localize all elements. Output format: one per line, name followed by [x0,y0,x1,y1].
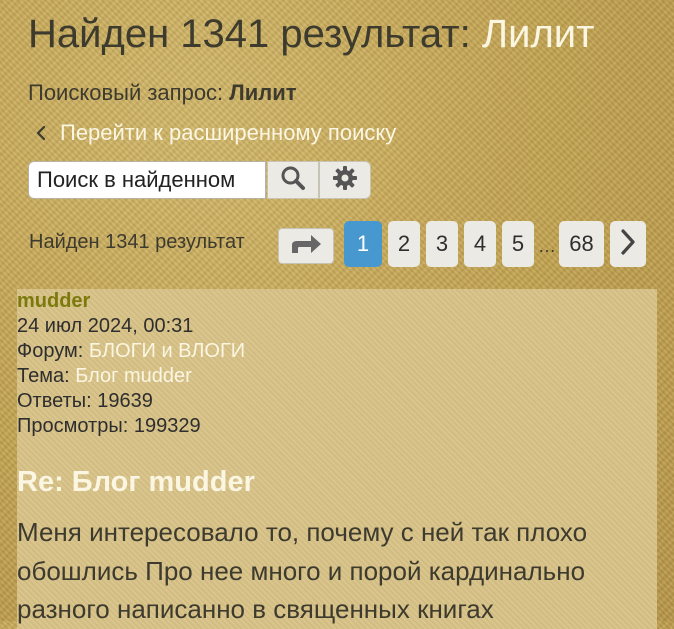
page-title: Найден 1341 результат: Лилит [28,12,594,57]
post-forum-label: Форум: [17,340,84,362]
post-author[interactable]: mudder [17,290,90,313]
advanced-search-label: Перейти к расширенному поиску [60,120,397,145]
post-replies-label: Ответы: [17,390,92,412]
post-views-value: 199329 [133,415,201,437]
search-result-post: mudder 24 июл 2024, 00:31 Форум: БЛОГИ и… [17,289,657,629]
post-body: Меня интересовало то, почему с ней так п… [17,517,588,624]
results-count: Найден 1341 результат [29,231,245,253]
chevron-left-icon [34,125,60,141]
search-button[interactable] [267,161,319,199]
page-4-button[interactable]: 4 [464,221,496,267]
post-replies: Ответы: 19639 [17,390,153,413]
advanced-search-link[interactable]: Перейти к расширенному поиску [34,120,396,146]
next-page-button[interactable] [610,221,646,267]
post-title-link[interactable]: Re: Блог mudder [17,466,255,499]
gear-icon [332,165,358,196]
page-title-query: Лилит [481,12,595,56]
post-topic-link[interactable]: Блог mudder [75,365,192,387]
search-query-line: Поисковый запрос: Лилит [28,80,297,106]
page-title-prefix: Найден 1341 результат: [28,12,471,56]
page-5-button[interactable]: 5 [502,221,534,267]
search-query-value: Лилит [229,80,297,105]
post-views-label: Просмотры: [17,415,129,437]
search-query-label: Поисковый запрос: [28,80,224,105]
jump-to-page-button[interactable] [278,228,334,264]
advanced-settings-button[interactable] [319,161,371,199]
page-last-button[interactable]: 68 [559,221,604,267]
pagination-ellipsis: … [538,236,556,256]
search-within-input[interactable] [28,161,266,199]
post-topic-label: Тема: [17,365,70,387]
post-forum-link[interactable]: БЛОГИ и ВЛОГИ [89,340,245,362]
post-replies-value: 19639 [97,390,153,412]
post-date: 24 июл 2024, 00:31 [17,315,194,337]
post-forum: Форум: БЛОГИ и ВЛОГИ [17,340,245,363]
jump-to-page-icon [289,233,323,260]
page-1-button[interactable]: 1 [344,221,382,267]
chevron-right-icon [618,228,638,261]
page-3-button[interactable]: 3 [426,221,458,267]
magnifier-icon [280,165,306,196]
post-views: Просмотры: 199329 [17,415,201,438]
page-2-button[interactable]: 2 [388,221,420,267]
post-topic: Тема: Блог mudder [17,365,192,388]
